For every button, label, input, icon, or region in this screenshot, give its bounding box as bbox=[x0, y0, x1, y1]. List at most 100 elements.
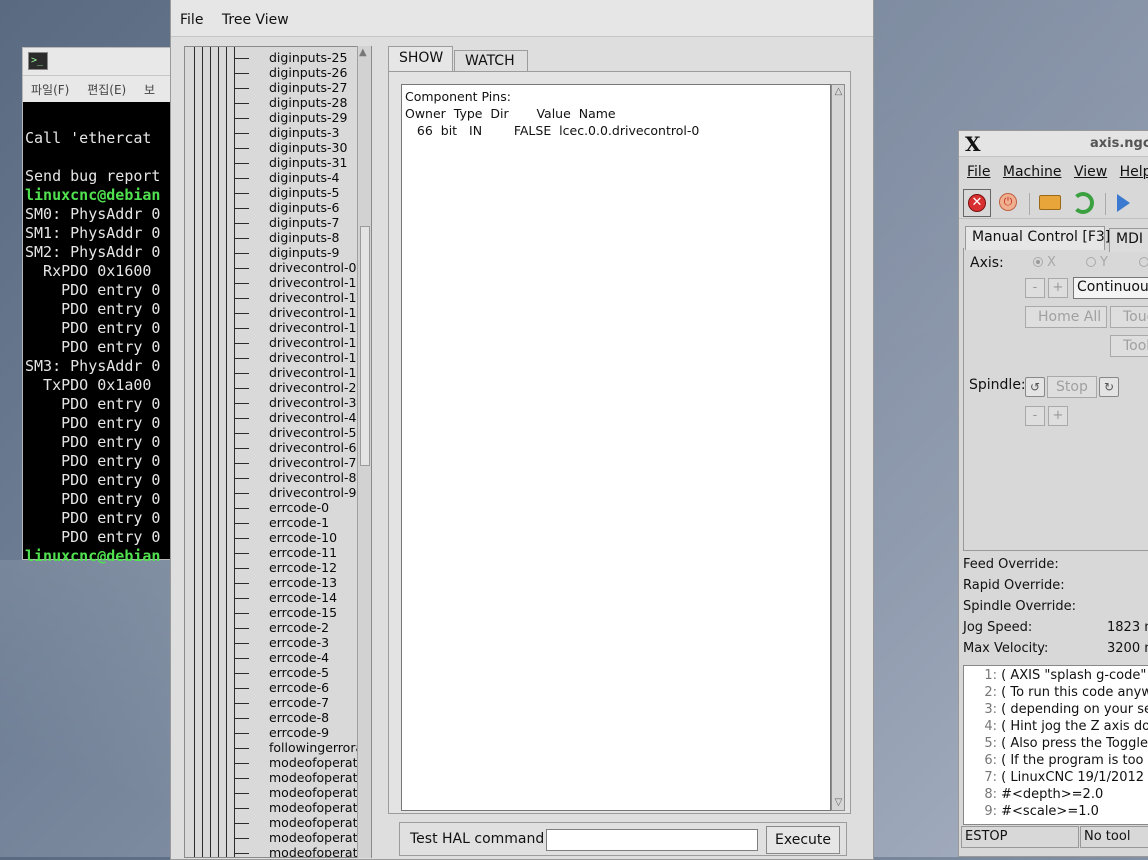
touch-off-button[interactable]: Touc bbox=[1110, 306, 1148, 328]
axis-titlebar[interactable]: X axis.ngc bbox=[959, 131, 1148, 157]
scroll-down-icon[interactable]: ▽ bbox=[833, 797, 844, 809]
tree-item[interactable]: modeofoperation bbox=[231, 770, 371, 785]
show-text-area[interactable]: Component Pins: Owner Type Dir Value Nam… bbox=[401, 84, 831, 811]
hal-tree[interactable]: diginputs-25 diginputs-26 diginputs-27 digi… bbox=[184, 46, 372, 858]
tree-item[interactable]: diginputs-3 bbox=[231, 125, 371, 140]
axis-radio-x[interactable]: X bbox=[1033, 255, 1056, 270]
hal-configuration-window[interactable]: File Tree View diginputs-25 diginputs-26 d… bbox=[170, 0, 874, 860]
tree-item[interactable]: errcode-5 bbox=[231, 665, 371, 680]
tree-item[interactable]: drivecontrol-2 bbox=[231, 380, 371, 395]
tree-item[interactable]: modeofoperation bbox=[231, 755, 371, 770]
terminal-output[interactable]: Call 'ethercat Send bug report linuxcnc@de… bbox=[23, 102, 181, 566]
open-file-button[interactable] bbox=[1037, 189, 1065, 217]
tree-item[interactable]: errcode-9 bbox=[231, 725, 371, 740]
tree-item[interactable]: diginputs-26 bbox=[231, 65, 371, 80]
tree-scrollbar[interactable]: ▲ bbox=[357, 46, 371, 858]
terminal-menu-view[interactable]: 보 bbox=[144, 83, 155, 97]
tree-scroll-thumb[interactable] bbox=[360, 226, 370, 466]
tree-item[interactable]: drivecontrol-6 bbox=[231, 440, 371, 455]
tab-manual-control[interactable]: Manual Control [F3] bbox=[965, 226, 1110, 250]
spindle-cw-icon[interactable]: ↻ bbox=[1099, 377, 1119, 397]
tree-item[interactable]: diginputs-31 bbox=[231, 155, 371, 170]
tree-item[interactable]: modeofoperation bbox=[231, 830, 371, 845]
tree-item[interactable]: modeofoperation bbox=[231, 785, 371, 800]
hal-menu-tree-view[interactable]: Tree View bbox=[222, 12, 289, 28]
gcode-line[interactable]: 3: ( depending on your set bbox=[964, 701, 1148, 718]
tree-item[interactable]: diginputs-25 bbox=[231, 50, 371, 65]
tree-item[interactable]: modeofoperation bbox=[231, 815, 371, 830]
tree-item[interactable]: drivecontrol-1 bbox=[231, 275, 371, 290]
scroll-up-icon[interactable]: △ bbox=[833, 86, 844, 98]
gcode-line[interactable]: 6: ( If the program is too b bbox=[964, 752, 1148, 769]
spindle-minus-button[interactable]: - bbox=[1025, 406, 1045, 426]
machine-power-button[interactable]: ⏻ bbox=[995, 189, 1023, 217]
estop-button[interactable]: ✕ bbox=[963, 189, 991, 217]
tree-item[interactable]: diginputs-5 bbox=[231, 185, 371, 200]
axis-radio-y[interactable]: Y bbox=[1086, 255, 1108, 270]
home-all-button[interactable]: Home All bbox=[1025, 306, 1107, 328]
tree-item[interactable]: diginputs-9 bbox=[231, 245, 371, 260]
jog-increment-select[interactable]: Continuous bbox=[1073, 277, 1148, 299]
gcode-line[interactable]: 9: #<scale>=1.0 bbox=[964, 803, 1148, 820]
tree-item[interactable]: errcode-15 bbox=[231, 605, 371, 620]
show-scrollbar[interactable]: △ ▽ bbox=[831, 84, 845, 811]
axis-window[interactable]: X axis.ngc File Machine View Help ✕ ⏻ Ma… bbox=[958, 130, 1148, 857]
tree-item[interactable]: errcode-7 bbox=[231, 695, 371, 710]
gcode-line[interactable]: 4: ( Hint jog the Z axis dov bbox=[964, 718, 1148, 735]
tab-mdi[interactable]: MDI [ bbox=[1109, 228, 1148, 252]
tree-item[interactable]: errcode-14 bbox=[231, 590, 371, 605]
tree-item[interactable]: errcode-1 bbox=[231, 515, 371, 530]
terminal-window[interactable]: >_ 파일(F) 편집(E) 보 Call 'ethercat Send bug … bbox=[22, 47, 182, 565]
tree-item[interactable]: drivecontrol-15 bbox=[231, 365, 371, 380]
tree-item[interactable]: modeofoperation bbox=[231, 845, 371, 857]
tree-item[interactable]: errcode-0 bbox=[231, 500, 371, 515]
tree-item[interactable]: drivecontrol-8 bbox=[231, 470, 371, 485]
jog-plus-button[interactable]: + bbox=[1048, 278, 1068, 298]
tree-item[interactable]: drivecontrol-11 bbox=[231, 305, 371, 320]
gcode-listing[interactable]: 1: ( AXIS "splash g-code" N 2: ( To run t… bbox=[963, 665, 1148, 825]
terminal-titlebar[interactable]: >_ bbox=[23, 48, 181, 76]
run-program-button[interactable] bbox=[1111, 189, 1139, 217]
tree-item[interactable]: errcode-12 bbox=[231, 560, 371, 575]
tool-touch-off-button[interactable]: Tool bbox=[1110, 335, 1148, 357]
tree-item[interactable]: diginputs-28 bbox=[231, 95, 371, 110]
axis-menu-file[interactable]: File bbox=[967, 164, 990, 180]
spindle-stop-button[interactable]: Stop bbox=[1047, 376, 1097, 398]
tree-item[interactable]: errcode-3 bbox=[231, 635, 371, 650]
tree-item[interactable]: errcode-10 bbox=[231, 530, 371, 545]
tree-item[interactable]: errcode-13 bbox=[231, 575, 371, 590]
axis-menu-view[interactable]: View bbox=[1074, 164, 1107, 180]
axis-menu-machine[interactable]: Machine bbox=[1003, 164, 1062, 180]
gcode-line[interactable]: 8: #<depth>=2.0 bbox=[964, 786, 1148, 803]
tab-watch[interactable]: WATCH bbox=[454, 50, 528, 71]
gcode-line[interactable]: 2: ( To run this code anywa bbox=[964, 684, 1148, 701]
gcode-line[interactable]: 5: ( Also press the Toggle S bbox=[964, 735, 1148, 752]
gcode-line[interactable]: 1: ( AXIS "splash g-code" N bbox=[964, 667, 1148, 684]
axis-menu-help[interactable]: Help bbox=[1120, 164, 1148, 180]
tree-item[interactable]: errcode-2 bbox=[231, 620, 371, 635]
tab-show[interactable]: SHOW bbox=[388, 46, 453, 72]
axis-radio-z[interactable]: Z bbox=[1139, 255, 1148, 270]
tree-item[interactable]: drivecontrol-3 bbox=[231, 395, 371, 410]
tree-item[interactable]: drivecontrol-7 bbox=[231, 455, 371, 470]
tree-item[interactable]: diginputs-7 bbox=[231, 215, 371, 230]
tree-item[interactable]: drivecontrol-14 bbox=[231, 350, 371, 365]
tree-item[interactable]: drivecontrol-12 bbox=[231, 320, 371, 335]
tree-item[interactable]: modeofoperation bbox=[231, 800, 371, 815]
scroll-up-icon[interactable]: ▲ bbox=[359, 47, 367, 58]
tree-item[interactable]: drivecontrol-4 bbox=[231, 410, 371, 425]
spindle-plus-button[interactable]: + bbox=[1048, 406, 1068, 426]
tree-item[interactable]: drivecontrol-10 bbox=[231, 290, 371, 305]
hal-command-input[interactable] bbox=[546, 829, 758, 851]
tree-item[interactable]: diginputs-4 bbox=[231, 170, 371, 185]
tree-item[interactable]: followingerrorac bbox=[231, 740, 371, 755]
tree-item[interactable]: diginputs-8 bbox=[231, 230, 371, 245]
hal-menu-file[interactable]: File bbox=[180, 12, 203, 28]
tree-item[interactable]: drivecontrol-0 bbox=[231, 260, 371, 275]
tree-item[interactable]: errcode-6 bbox=[231, 680, 371, 695]
tree-item[interactable]: errcode-4 bbox=[231, 650, 371, 665]
reload-button[interactable] bbox=[1069, 189, 1097, 217]
terminal-menu-edit[interactable]: 편집(E) bbox=[87, 83, 126, 97]
tree-item[interactable]: diginputs-29 bbox=[231, 110, 371, 125]
spindle-ccw-icon[interactable]: ↺ bbox=[1025, 377, 1045, 397]
